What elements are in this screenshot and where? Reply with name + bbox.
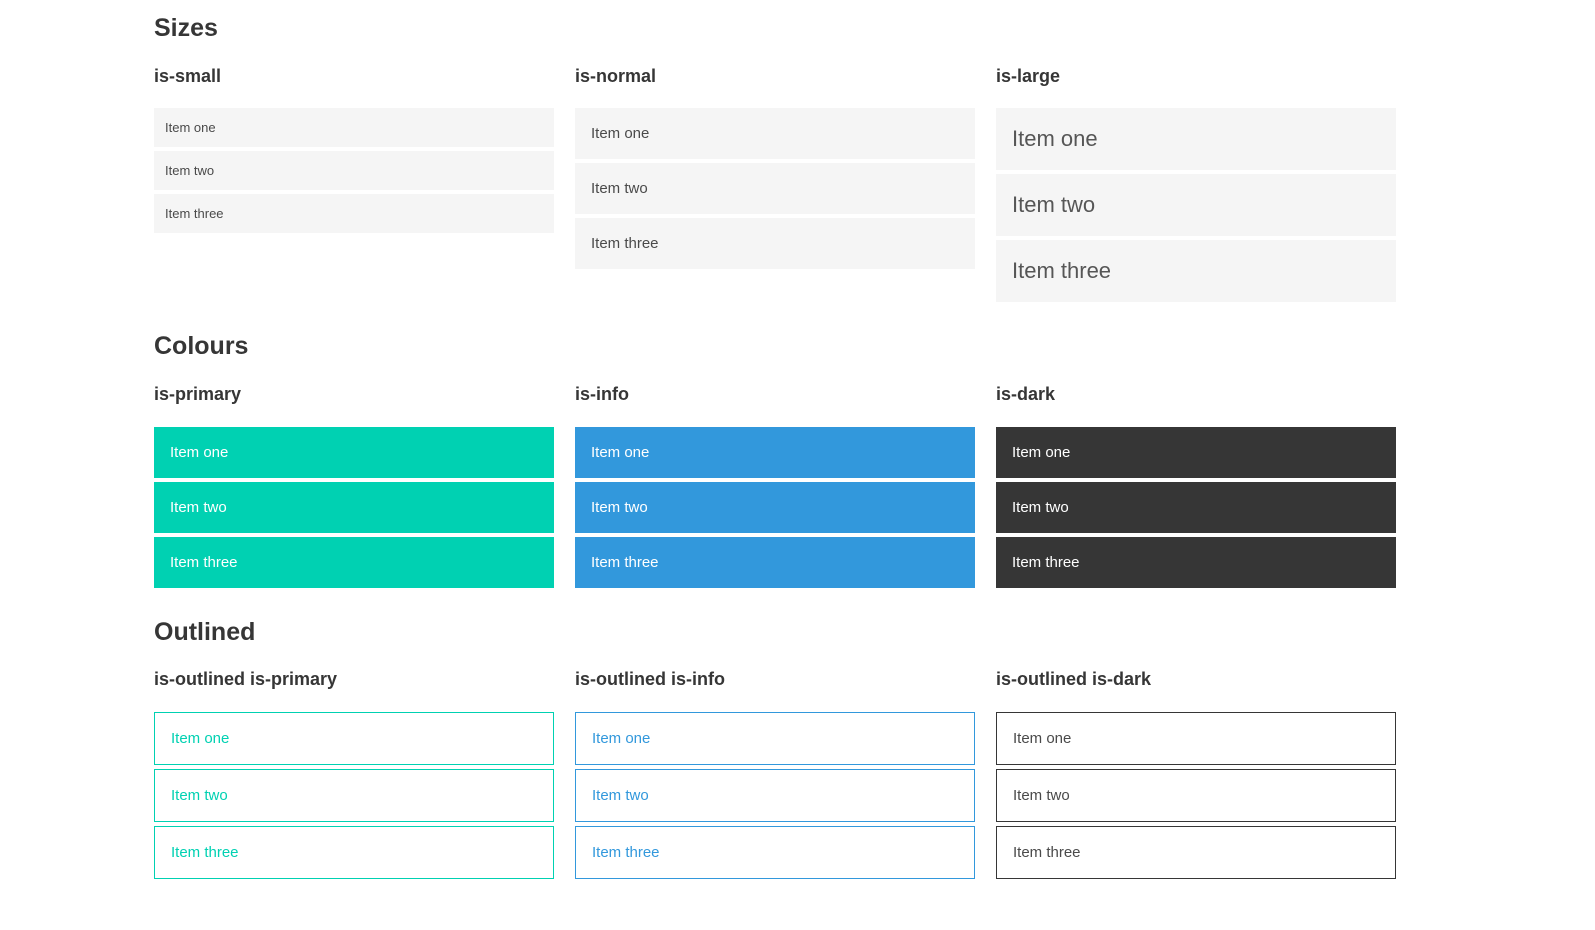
group-label-is-normal: is-normal	[575, 65, 657, 86]
list-item: Item three	[154, 825, 554, 879]
section-sizes: Sizes is-small Item one Item two Item th…	[154, 14, 1396, 307]
colours-grid: is-primary Item one Item two Item three …	[154, 383, 1396, 592]
group-is-large: is-large Item one Item two Item three	[996, 65, 1396, 307]
list-item: Item three	[996, 240, 1396, 303]
group-is-normal: is-normal Item one Item two Item three	[575, 65, 975, 274]
list-is-primary: Item one Item two Item three	[154, 426, 554, 588]
list-is-info: Item one Item two Item three	[575, 426, 975, 588]
list-item: Item one	[575, 426, 975, 478]
list-item: Item one	[996, 426, 1396, 478]
group-is-small: is-small Item one Item two Item three	[154, 65, 554, 238]
list-is-small: Item one Item two Item three	[154, 108, 554, 234]
list-item: Item three	[996, 825, 1396, 879]
list-is-normal: Item one Item two Item three	[575, 108, 975, 270]
list-item: Item two	[996, 481, 1396, 533]
list-is-outlined-is-dark: Item one Item two Item three	[996, 711, 1396, 879]
group-is-outlined-is-info: is-outlined is-info Item one Item two It…	[575, 669, 975, 883]
list-item: Item two	[154, 151, 554, 191]
group-is-primary: is-primary Item one Item two Item three	[154, 383, 554, 592]
group-label-is-outlined-is-dark: is-outlined is-dark	[996, 669, 1152, 690]
group-label-is-primary: is-primary	[154, 383, 242, 404]
group-is-info: is-info Item one Item two Item three	[575, 383, 975, 592]
group-is-outlined-is-primary: is-outlined is-primary Item one Item two…	[154, 669, 554, 883]
list-item: Item three	[575, 825, 975, 879]
list-item: Item three	[575, 536, 975, 588]
style-guide-page: Sizes is-small Item one Item two Item th…	[0, 0, 1595, 930]
list-item: Item one	[154, 426, 554, 478]
list-is-outlined-is-primary: Item one Item two Item three	[154, 711, 554, 879]
group-label-is-outlined-is-primary: is-outlined is-primary	[154, 669, 338, 690]
list-item: Item three	[154, 536, 554, 588]
list-item: Item one	[575, 711, 975, 765]
outlined-grid: is-outlined is-primary Item one Item two…	[154, 669, 1396, 883]
sizes-grid: is-small Item one Item two Item three is…	[154, 65, 1396, 307]
list-item: Item two	[154, 768, 554, 822]
group-is-dark: is-dark Item one Item two Item three	[996, 383, 1396, 592]
list-item: Item one	[996, 711, 1396, 765]
list-is-dark: Item one Item two Item three	[996, 426, 1396, 588]
section-title-outlined: Outlined	[154, 617, 256, 646]
list-item: Item two	[575, 481, 975, 533]
list-item: Item three	[154, 194, 554, 234]
list-item: Item two	[996, 768, 1396, 822]
list-is-outlined-is-info: Item one Item two Item three	[575, 711, 975, 879]
group-is-outlined-is-dark: is-outlined is-dark Item one Item two It…	[996, 669, 1396, 883]
group-label-is-outlined-is-info: is-outlined is-info	[575, 669, 725, 690]
section-title-sizes: Sizes	[154, 14, 218, 42]
list-item: Item two	[154, 481, 554, 533]
group-label-is-info: is-info	[575, 383, 629, 404]
section-title-colours: Colours	[154, 332, 249, 361]
group-label-is-dark: is-dark	[996, 383, 1056, 404]
list-item: Item one	[154, 711, 554, 765]
list-item: Item one	[575, 108, 975, 160]
list-item: Item two	[996, 174, 1396, 237]
list-is-large: Item one Item two Item three	[996, 108, 1396, 303]
list-item: Item one	[996, 108, 1396, 171]
group-label-is-large: is-large	[996, 65, 1061, 86]
group-label-is-small: is-small	[154, 65, 222, 86]
list-item: Item one	[154, 108, 554, 148]
section-outlined: Outlined is-outlined is-primary Item one…	[154, 617, 1396, 883]
list-item: Item two	[575, 768, 975, 822]
section-colours: Colours is-primary Item one Item two Ite…	[154, 333, 1396, 591]
content-container: Sizes is-small Item one Item two Item th…	[0, 0, 1396, 930]
list-item: Item three	[575, 218, 975, 270]
list-item: Item two	[575, 163, 975, 215]
list-item: Item three	[996, 536, 1396, 588]
